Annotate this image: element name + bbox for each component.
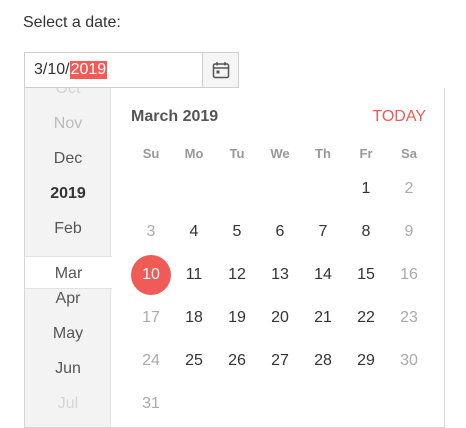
weekday-header: Th xyxy=(315,146,331,161)
calendar-day[interactable]: 21 xyxy=(303,298,343,338)
calendar-day[interactable]: 6 xyxy=(260,212,300,252)
calendar-day[interactable]: 5 xyxy=(217,212,257,252)
month-list-item[interactable]: May xyxy=(25,324,111,344)
calendar-popup: Oct Nov Dec 2019 Feb Mar Apr May Jun Jul March 20… xyxy=(24,88,445,428)
calendar-day[interactable]: 30 xyxy=(389,341,429,381)
calendar-day[interactable]: 2 xyxy=(389,169,429,209)
month-list-item[interactable]: Mar xyxy=(25,256,112,289)
weekday-header: We xyxy=(270,146,290,161)
date-input-text[interactable]: 3/10/2019 xyxy=(25,53,202,87)
calendar-day[interactable]: 25 xyxy=(174,341,214,381)
calendar-day[interactable]: 4 xyxy=(174,212,214,252)
calendar-day[interactable]: 29 xyxy=(346,341,386,381)
calendar-day[interactable]: 7 xyxy=(303,212,343,252)
calendar-day[interactable]: 20 xyxy=(260,298,300,338)
calendar-day[interactable]: 26 xyxy=(217,341,257,381)
calendar-day[interactable]: 3 xyxy=(131,212,171,252)
date-input-prefix: 3/10/ xyxy=(34,61,70,78)
weekday-header: Fr xyxy=(359,146,373,161)
calendar-day[interactable]: 18 xyxy=(174,298,214,338)
month-list[interactable]: Oct Nov Dec 2019 Feb Mar Apr May Jun Jul xyxy=(25,88,112,427)
calendar-day[interactable]: 9 xyxy=(389,212,429,252)
weekday-header: Mo xyxy=(184,146,204,161)
calendar-day[interactable]: 13 xyxy=(260,255,300,295)
calendar-day[interactable]: 24 xyxy=(131,341,171,381)
calendar-day[interactable]: 8 xyxy=(346,212,386,252)
month-list-item[interactable]: Jul xyxy=(25,394,111,414)
calendar-day[interactable]: 27 xyxy=(260,341,300,381)
month-list-item[interactable]: 2019 xyxy=(25,184,111,204)
calendar-title: March 2019 xyxy=(131,108,219,125)
calendar-day[interactable]: 22 xyxy=(346,298,386,338)
calendar-day[interactable]: 28 xyxy=(303,341,343,381)
calendar-day[interactable]: 19 xyxy=(217,298,257,338)
weekday-header: Su xyxy=(142,146,160,161)
calendar-day[interactable]: 12 xyxy=(217,255,257,295)
calendar-day[interactable]: 17 xyxy=(131,298,171,338)
month-list-item[interactable]: Feb xyxy=(25,219,111,239)
calendar-day-selected[interactable]: 10 xyxy=(131,255,171,295)
calendar-toggle-button[interactable] xyxy=(202,53,238,87)
date-input[interactable]: 3/10/2019 xyxy=(24,52,239,88)
month-list-item[interactable]: Nov xyxy=(25,114,111,134)
calendar-icon xyxy=(212,62,229,79)
calendar-day[interactable]: 1 xyxy=(346,169,386,209)
field-label: Select a date: xyxy=(23,14,121,31)
month-list-item[interactable]: Oct xyxy=(25,88,111,99)
date-input-selected-year: 2019 xyxy=(69,61,108,79)
weekday-header: Sa xyxy=(401,146,417,161)
calendar-day[interactable]: 11 xyxy=(174,255,214,295)
today-button[interactable]: TODAY xyxy=(372,108,426,126)
weekday-header: Tu xyxy=(229,146,245,161)
calendar-day[interactable]: 16 xyxy=(389,255,429,295)
month-list-item[interactable]: Jun xyxy=(25,359,111,379)
calendar-day[interactable]: 31 xyxy=(131,384,171,424)
calendar-day[interactable]: 23 xyxy=(389,298,429,338)
calendar-day[interactable]: 15 xyxy=(346,255,386,295)
month-list-item[interactable]: Apr xyxy=(25,289,111,309)
month-list-item[interactable]: Dec xyxy=(25,149,111,169)
calendar-day[interactable]: 14 xyxy=(303,255,343,295)
